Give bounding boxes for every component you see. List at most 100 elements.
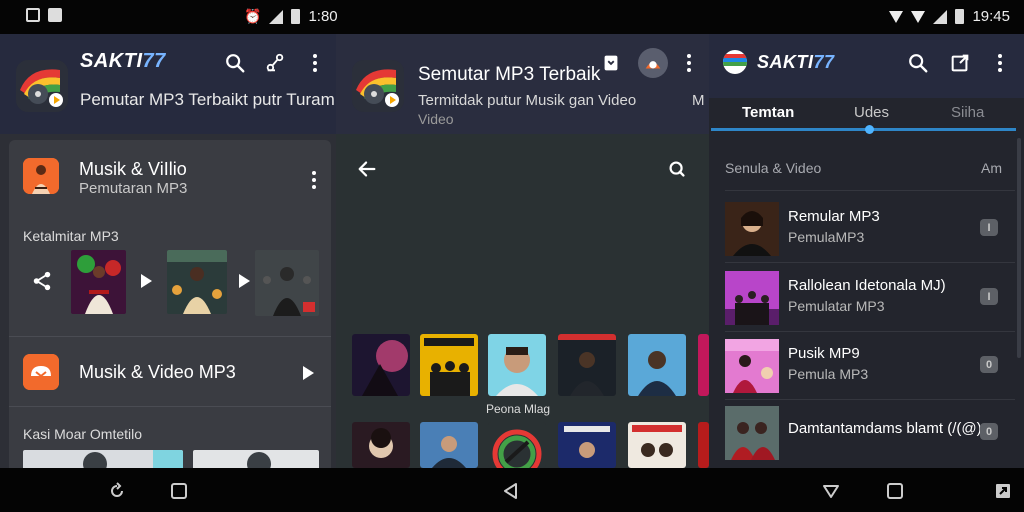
app-notification-icon [48,8,62,22]
panel-player: Semutar MP3 Terbaik Termitdak putur Musi… [336,34,709,468]
media-tile-10[interactable] [558,422,616,468]
share-button-row[interactable] [29,268,55,294]
list-item[interactable]: Damtantamdams blamt (/(@) 0 [709,398,1024,466]
status-time-mid: 1:80 [308,8,338,25]
wifi-icon [889,10,904,23]
media-tile-6-edge[interactable] [698,334,709,396]
list-item-title: Damtantamdams blamt (/(@) [788,420,982,437]
list-item-subtitle: PemulaMP3 [788,229,865,245]
nav-home-button-2[interactable] [886,482,904,500]
nav-recent-button[interactable] [108,482,126,500]
navigation-bar [0,468,1024,512]
app-bar-2: Semutar MP3 Terbaik Termitdak putur Musi… [336,34,709,134]
more-options-button[interactable] [302,50,328,76]
media-tile-1[interactable] [352,334,410,396]
alarm-icon: ⏰ [244,8,262,24]
open-external-button[interactable] [947,50,973,76]
account-icon [645,61,661,69]
search-icon [909,54,928,73]
list-item-subtitle: Pemula MP3 [788,366,869,382]
scrollbar[interactable] [1017,138,1021,358]
video-mp3-app-icon[interactable] [23,354,59,390]
nav-back-button[interactable] [502,482,520,500]
media-tile-9[interactable] [488,422,546,468]
list-item[interactable]: Rallolean Idetonala MJ) Pemulatar MP3 I [709,263,1024,331]
media-tile-3[interactable] [488,334,546,396]
share-icon [33,271,51,291]
app-logo-icon [16,60,68,112]
next-icon[interactable] [141,274,152,288]
back-button[interactable] [354,156,380,182]
media-tile-8[interactable] [420,422,478,468]
battery-icon [291,9,301,24]
nav-home-button[interactable] [170,482,188,500]
more-options-button-3[interactable] [987,50,1013,76]
bookmark-icon [604,55,618,71]
album-thumb-2[interactable] [167,250,227,314]
row-title-video-mp3[interactable]: Musik & Video MP3 [79,362,236,383]
screenshot-icon [996,484,1010,498]
gallery-notification-icon [26,8,40,22]
square-icon [887,483,903,499]
next-icon-2[interactable] [239,274,250,288]
nav-back-button-2[interactable] [822,482,840,500]
play-icon[interactable] [303,366,314,380]
list-item-subtitle: Pemulatar MP3 [788,298,885,314]
section-label-2: Kasi Moar Omtetilo [23,426,143,442]
search-button-2[interactable] [664,156,690,182]
rotate-icon [111,482,123,497]
more-options-button-2[interactable] [676,50,702,76]
list-item[interactable]: Pusik MP9 Pemula MP3 0 [709,331,1024,399]
more-vert-icon [998,54,1002,72]
app-title-text: SAKTI [80,50,143,72]
bookmark-button[interactable] [598,50,624,76]
card-more-button[interactable] [301,167,327,193]
media-tile-4[interactable] [558,334,616,396]
nav-screenshot-button[interactable] [994,482,1012,500]
open-external-icon [951,54,969,72]
card-subtitle: Pemutaran MP3 [79,180,188,197]
search-button-3[interactable] [905,50,931,76]
media-tile-7[interactable] [352,422,410,468]
music-video-app-icon[interactable] [23,158,59,194]
status-mid: ⏰ 1:80 [244,8,338,25]
card-title[interactable]: Musik & ViIlio [79,159,187,180]
list-item[interactable]: Remular MP3 PemulaMP3 I [709,194,1024,262]
player-body: Peona Mlag [336,134,709,468]
media-tile-11[interactable] [628,422,686,468]
media-tile-12-edge[interactable] [698,422,709,468]
player-header-title: Semutar MP3 Terbaik [418,64,601,85]
tab-temtan[interactable]: Temtan [742,104,794,121]
media-tile-2[interactable] [420,334,478,396]
list-item-badge: I [980,219,998,236]
section-label: Ketalmitar MP3 [23,228,119,244]
list-item-thumbnail [725,202,779,256]
search-button[interactable] [222,50,248,76]
tile-caption: Peona Mlag [486,402,551,416]
status-bar: ⏰ 1:80 19:45 [0,0,1024,34]
bottom-thumb-1[interactable] [23,450,183,468]
status-time-right: 19:45 [972,8,1010,25]
share-link-icon [266,53,284,72]
tab-siiha[interactable]: Siiha [951,104,984,121]
more-vert-icon [313,54,317,72]
cell-signal-icon [933,9,948,24]
square-icon [171,483,187,499]
app-subtitle: Pemutar MP3 Terbaikt putr Turam [80,90,335,109]
account-button[interactable] [638,48,668,78]
list-item-thumbnail [725,406,779,460]
media-tile-5[interactable] [628,334,686,396]
app-bar: SAKTI77 Pemutar MP3 Terbaikt putr Turam [0,34,336,134]
player-header-edge-text: M [692,92,705,109]
share-button[interactable] [262,50,288,76]
status-left-icons [26,8,62,22]
down-triangle-icon [823,485,839,498]
list-item-badge: 0 [980,423,998,440]
bottom-thumb-2[interactable] [193,450,319,468]
app-title-text: SAKTI [757,52,814,72]
more-vert-icon [312,171,316,189]
tab-udes[interactable]: Udes [854,104,889,121]
album-thumb-1[interactable] [71,250,126,314]
tab-indicator-dot [865,125,874,134]
album-thumb-3[interactable] [255,250,319,316]
